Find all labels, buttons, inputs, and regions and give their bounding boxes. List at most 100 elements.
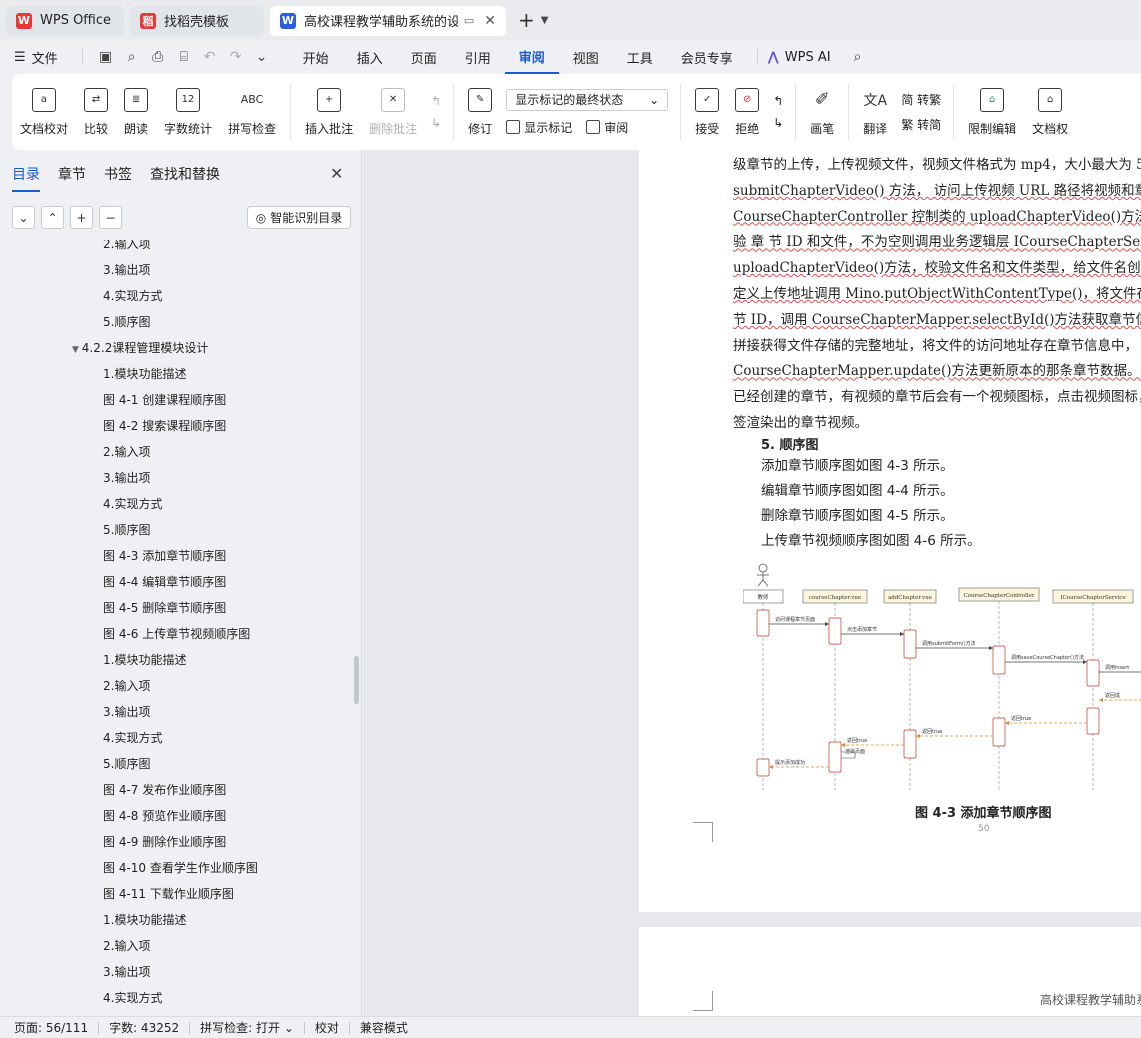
close-icon[interactable]: ✕ xyxy=(330,164,343,183)
new-tab-icon[interactable]: + xyxy=(518,8,535,32)
toc-item[interactable]: ▼ 4.2.2课程管理模块设计 xyxy=(72,338,208,358)
add-heading-icon[interactable]: + xyxy=(70,206,93,229)
menu-item-home[interactable]: 开始 xyxy=(289,40,343,74)
toc-item[interactable]: 图 4-7 发布作业顺序图 xyxy=(103,780,226,800)
track-changes-button[interactable]: ✎ 修订 xyxy=(460,80,500,144)
menu-item-insert[interactable]: 插入 xyxy=(343,40,397,74)
toc-item[interactable]: 图 4-11 下载作业顺序图 xyxy=(103,884,234,904)
wps-ai-button[interactable]: ⋀ WPS AI xyxy=(768,40,845,74)
tab-docer[interactable]: 稻 找稻壳模板 xyxy=(130,5,264,36)
to-simplified-button[interactable]: 繁 转简 xyxy=(901,116,941,133)
insert-comment-button[interactable]: + 插入批注 xyxy=(297,80,361,144)
toc-item[interactable]: 图 4-8 预览作业顺序图 xyxy=(103,806,226,826)
redo-icon[interactable]: ↷ xyxy=(223,49,249,65)
translate-button[interactable]: 文A 翻译 xyxy=(855,80,895,144)
accept-button[interactable]: ✓ 接受 xyxy=(687,80,727,144)
toc-item[interactable]: 2.输入项 xyxy=(103,240,150,254)
previous-comment-icon[interactable]: ↰ xyxy=(431,94,441,108)
menu-item-reference[interactable]: 引用 xyxy=(451,40,505,74)
toc-item[interactable]: 4.实现方式 xyxy=(103,494,162,514)
toc-item[interactable]: 5.顺序图 xyxy=(103,754,150,774)
toc-item[interactable]: 图 4-2 搜索课程顺序图 xyxy=(103,416,226,436)
next-change-icon[interactable]: ↳ xyxy=(773,116,783,130)
word-count-button[interactable]: 12 字数统计 xyxy=(156,80,220,144)
undo-icon[interactable]: ↶ xyxy=(197,49,223,65)
search-icon[interactable]: ⌕ xyxy=(845,49,871,65)
to-traditional-button[interactable]: 简 转繁 xyxy=(901,91,941,108)
tab-sections[interactable]: 章节 xyxy=(58,164,86,192)
spell-check-status[interactable]: 拼写检查: 打开 ⌄ xyxy=(200,1019,304,1036)
print-icon[interactable]: ⎙ xyxy=(145,49,171,65)
page-indicator[interactable]: 页面: 56/111 xyxy=(14,1019,98,1036)
chevron-down-icon[interactable]: ⌄ xyxy=(249,49,275,65)
toc-item[interactable]: 图 4-9 删除作业顺序图 xyxy=(103,832,226,852)
toc-item[interactable]: 3.输出项 xyxy=(103,468,150,488)
tab-bookmarks[interactable]: 书签 xyxy=(104,164,132,192)
toc-item[interactable]: 4.实现方式 xyxy=(103,286,162,306)
delete-comment-button[interactable]: ✕ 删除批注 xyxy=(361,80,425,144)
toc-item[interactable]: 5.顺序图 xyxy=(103,520,150,540)
menu-item-member[interactable]: 会员专享 xyxy=(667,40,747,74)
expand-triangle-icon[interactable]: ▼ xyxy=(72,345,82,355)
menu-item-page[interactable]: 页面 xyxy=(397,40,451,74)
menu-item-review[interactable]: 审阅 xyxy=(504,40,559,74)
wps-ai-icon: ⋀ xyxy=(767,49,779,65)
activation-box xyxy=(828,617,842,645)
doc-check-button[interactable]: a 文档校对 xyxy=(12,80,76,144)
toc-item[interactable]: 2.输入项 xyxy=(103,676,150,696)
tab-toc[interactable]: 目录 xyxy=(12,164,40,192)
doc-permission-button[interactable]: ⌂ 文档权 xyxy=(1024,80,1068,144)
menu-item-tools[interactable]: 工具 xyxy=(613,40,667,74)
figure-reference: 删除章节顺序图如图 4-5 所示。 xyxy=(761,508,954,524)
toc-item[interactable]: 2.输入项 xyxy=(103,936,150,956)
next-comment-icon[interactable]: ↳ xyxy=(431,116,441,130)
paragraph-line: 级章节的上传，上传视频文件，视频文件格式为 mp4，大小最大为 5 xyxy=(733,157,1141,173)
toc-item[interactable]: 图 4-4 编辑章节顺序图 xyxy=(103,572,226,592)
window-icon[interactable]: ▭ xyxy=(464,14,474,27)
toc-item[interactable]: 3.输出项 xyxy=(103,702,150,722)
toc-item[interactable]: 图 4-6 上传章节视频顺序图 xyxy=(103,624,250,644)
markup-mode-select[interactable]: 显示标记的最终状态 ⌄ xyxy=(506,88,669,111)
toc-item[interactable]: 4.实现方式 xyxy=(103,728,162,748)
toc-item[interactable]: 图 4-10 查看学生作业顺序图 xyxy=(103,858,258,878)
toc-item[interactable]: 图 4-5 删除章节顺序图 xyxy=(103,598,226,618)
message-label: 返回true xyxy=(922,728,942,735)
reject-button[interactable]: ⊘ 拒绝 xyxy=(727,80,767,144)
toc-item[interactable]: 图 4-3 添加章节顺序图 xyxy=(103,546,226,566)
tab-wps-office[interactable]: W WPS Office xyxy=(6,5,124,36)
toc-item[interactable]: 3.输出项 xyxy=(103,962,150,982)
spell-check-button[interactable]: ABC 拼写检查 xyxy=(220,80,284,144)
show-markup-button[interactable]: 显示标记 xyxy=(506,119,572,136)
proof-indicator[interactable]: 校对 xyxy=(315,1019,349,1036)
word-count-indicator[interactable]: 字数: 43252 xyxy=(109,1019,189,1036)
toc-item[interactable]: 4.实现方式 xyxy=(103,988,162,1008)
collapse-icon[interactable]: ⌄ xyxy=(12,206,35,229)
toc-item[interactable]: 图 4-1 创建课程顺序图 xyxy=(103,390,226,410)
print-preview-icon[interactable]: ⌸ xyxy=(171,49,197,65)
menu-item-view[interactable]: 视图 xyxy=(559,40,613,74)
toc-item[interactable]: 1.模块功能描述 xyxy=(103,910,186,930)
tab-find-replace[interactable]: 查找和替换 xyxy=(150,164,220,192)
paragraph-line: CourseChapterMapper.update()方法更新原本的那条章节数… xyxy=(733,363,1141,380)
smart-toc-button[interactable]: ◎ 智能识别目录 xyxy=(247,206,351,229)
compare-button[interactable]: ⇄ 比较 xyxy=(76,80,116,144)
tab-document[interactable]: W 高校课程教学辅助系统的设计与 ▭ ✕ xyxy=(270,5,506,36)
toc-item[interactable]: 1.模块功能描述 xyxy=(103,364,186,384)
expand-icon[interactable]: ⌃ xyxy=(41,206,64,229)
toc-item[interactable]: 5.顺序图 xyxy=(103,312,150,332)
review-pane-button[interactable]: 审阅 xyxy=(586,119,628,136)
close-icon[interactable]: ✕ xyxy=(484,13,496,29)
export-icon[interactable]: ⌕ xyxy=(119,49,145,65)
pen-button[interactable]: ✐ 画笔 xyxy=(802,80,842,144)
chevron-down-icon[interactable]: ▼ xyxy=(541,15,549,26)
file-menu[interactable]: ☰ 文件 xyxy=(0,40,72,74)
toc-item[interactable]: 3.输出项 xyxy=(103,260,150,280)
restrict-edit-button[interactable]: ⌂ 限制编辑 xyxy=(960,80,1024,144)
toc-scrollbar[interactable] xyxy=(354,656,359,704)
save-icon[interactable]: ▣ xyxy=(93,49,119,65)
toc-item[interactable]: 2.输入项 xyxy=(103,442,150,462)
read-aloud-button[interactable]: ≣ 朗读 xyxy=(116,80,156,144)
remove-heading-icon[interactable]: − xyxy=(99,206,122,229)
toc-item[interactable]: 1.模块功能描述 xyxy=(103,650,186,670)
previous-change-icon[interactable]: ↰ xyxy=(773,94,783,108)
